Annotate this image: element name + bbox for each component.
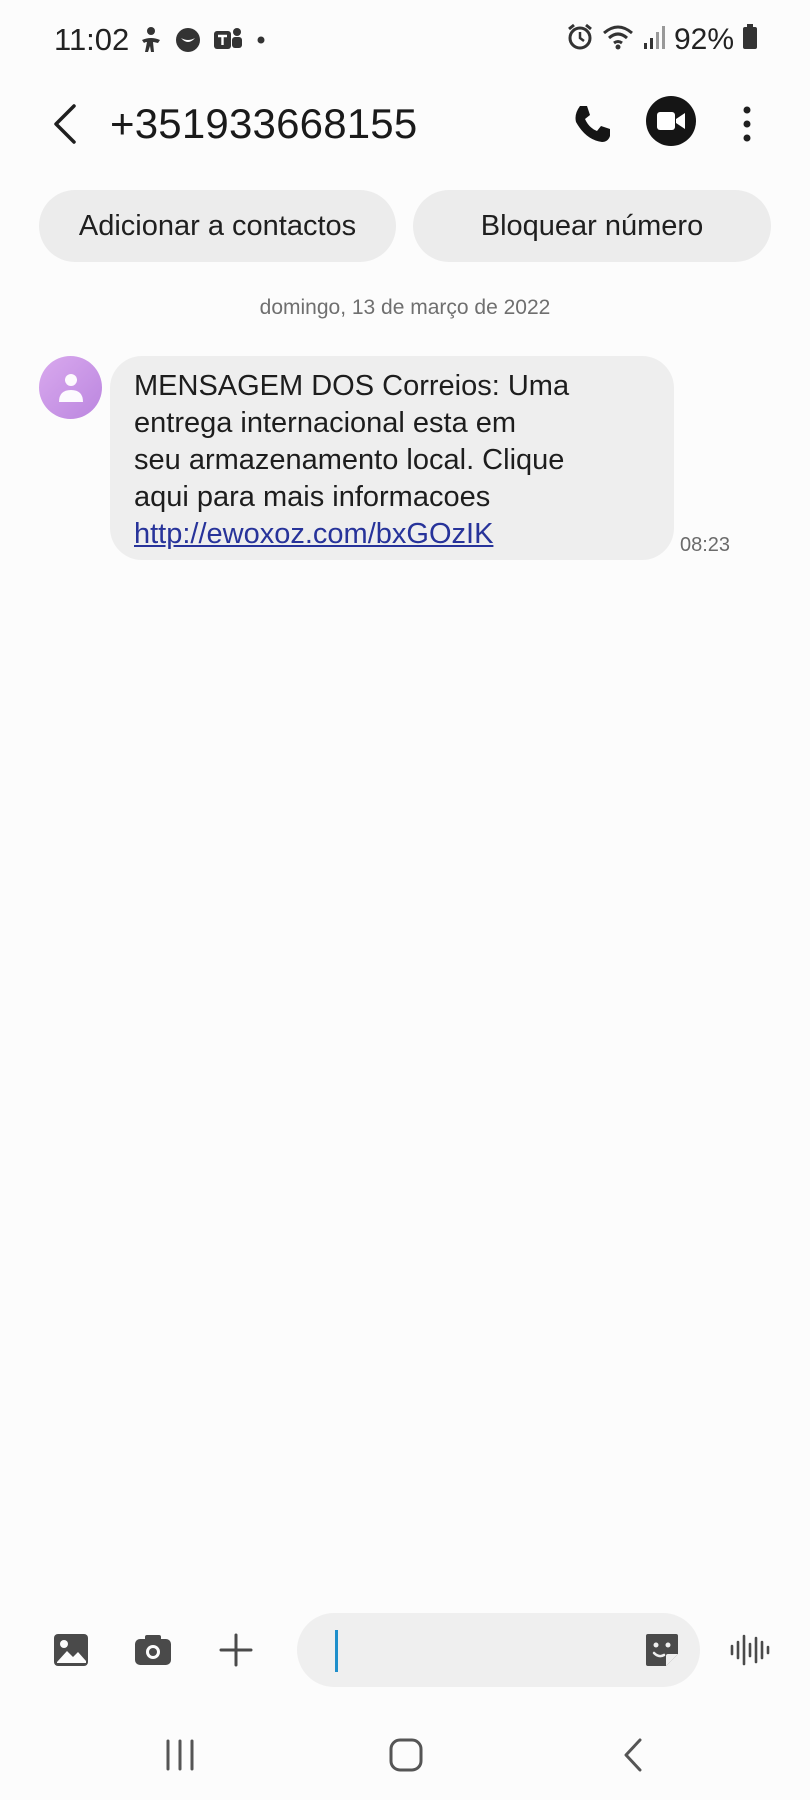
block-number-button[interactable]: Bloquear número xyxy=(413,190,771,262)
battery-percent: 92% xyxy=(673,22,734,56)
avatar[interactable] xyxy=(39,356,102,419)
wifi-icon xyxy=(602,23,634,56)
messenger-icon xyxy=(174,26,202,59)
message-time: 08:23 xyxy=(680,534,731,556)
status-right: 92% xyxy=(566,22,758,57)
add-to-contacts-button[interactable]: Adicionar a contactos xyxy=(39,190,396,262)
voice-wave-icon[interactable] xyxy=(728,1628,772,1672)
status-time: 11:02 xyxy=(54,22,130,57)
recents-icon[interactable] xyxy=(150,1730,210,1780)
date-separator: domingo, 13 de março de 2022 xyxy=(259,296,551,319)
navigation-bar xyxy=(0,1710,810,1800)
sticker-icon[interactable] xyxy=(642,1630,682,1670)
message-line: entrega internacional esta em xyxy=(134,407,517,439)
accessibility-icon xyxy=(138,26,164,59)
notification-icons xyxy=(138,26,268,59)
message-line: seu armazenamento local. Clique xyxy=(134,444,565,476)
message-input[interactable] xyxy=(297,1613,700,1687)
battery-icon xyxy=(742,23,758,56)
alarm-icon xyxy=(566,22,594,57)
message-line: aqui para mais informacoes xyxy=(134,481,491,513)
add-icon[interactable] xyxy=(216,1630,256,1670)
home-icon[interactable] xyxy=(376,1730,436,1780)
teams-icon xyxy=(212,26,244,59)
message-link[interactable]: http://ewoxoz.com/bxGOzIK xyxy=(134,516,650,553)
camera-icon[interactable] xyxy=(133,1630,173,1670)
contact-actions: Adicionar a contactos Bloquear número xyxy=(39,190,771,262)
more-vert-icon[interactable] xyxy=(730,102,764,146)
video-call-icon[interactable] xyxy=(646,96,696,146)
phone-icon[interactable] xyxy=(568,100,616,148)
conversation-header: +351933668155 xyxy=(0,84,810,164)
nav-back-icon[interactable] xyxy=(604,1730,664,1780)
text-cursor xyxy=(335,1630,338,1672)
dot-icon xyxy=(254,26,268,59)
back-arrow-icon[interactable] xyxy=(44,100,88,148)
status-bar: 11:02 92% xyxy=(0,0,810,80)
person-icon xyxy=(58,373,83,402)
composer xyxy=(0,1610,810,1690)
signal-icon xyxy=(642,23,666,56)
gallery-icon[interactable] xyxy=(51,1630,91,1670)
message-line: MENSAGEM DOS Correios: Uma xyxy=(134,370,570,402)
message-bubble[interactable]: MENSAGEM DOS Correios: Uma entrega inter… xyxy=(110,356,674,560)
contact-title: +351933668155 xyxy=(110,100,418,147)
